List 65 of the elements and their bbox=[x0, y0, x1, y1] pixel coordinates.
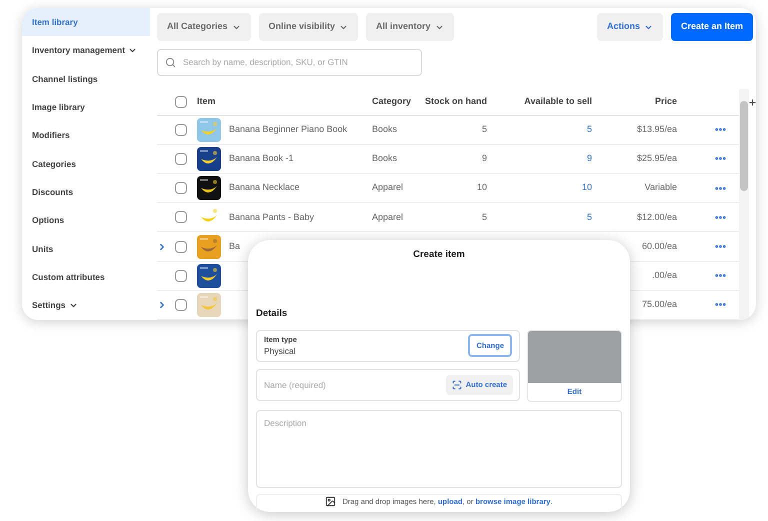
table-cell-text: 10 bbox=[582, 181, 592, 194]
table-cell-text: Books bbox=[372, 123, 398, 136]
table-cell-text: Ba bbox=[229, 240, 240, 253]
table-cell-text: 10 bbox=[476, 181, 487, 194]
section-heading: Details bbox=[256, 307, 288, 322]
table-cell-text: $25.95/ea bbox=[636, 152, 677, 166]
table-cell-text: Banana Beginner Piano Book bbox=[229, 123, 348, 136]
checkbox[interactable] bbox=[175, 124, 187, 136]
filter-dropdown[interactable]: All inventory bbox=[366, 13, 454, 41]
expand-chevron-icon[interactable] bbox=[157, 300, 167, 310]
sidebar-item[interactable]: Item library bbox=[22, 8, 150, 36]
actions-dropdown[interactable]: Actions bbox=[596, 13, 663, 41]
create-item-button[interactable]: Create an Item bbox=[670, 13, 753, 41]
sidebar-item[interactable]: Custom attributes bbox=[22, 263, 150, 292]
table-cell-text: Apparel bbox=[372, 210, 404, 224]
checkbox[interactable] bbox=[175, 270, 187, 282]
table-cell-text: Apparel bbox=[372, 181, 404, 194]
table-cell-text: .00/ea bbox=[652, 268, 677, 282]
table-cell-text: $12.00/ea bbox=[636, 210, 677, 224]
table-cell-text: 60.00/ea bbox=[642, 240, 677, 253]
column-header: Category bbox=[372, 94, 412, 108]
table-cell-text: 5 bbox=[586, 123, 592, 136]
sidebar-item[interactable]: Channel listings bbox=[22, 64, 150, 94]
filter-dropdown[interactable]: All Categories bbox=[157, 13, 251, 41]
sidebar-item[interactable]: Inventory management bbox=[22, 36, 150, 65]
column-header: Available to sell bbox=[524, 94, 592, 108]
field-value: Physical bbox=[264, 344, 297, 358]
sidebar-item[interactable]: Modifiers bbox=[22, 121, 150, 150]
add-icon[interactable] bbox=[748, 98, 757, 107]
sidebar-item[interactable]: Discounts bbox=[22, 178, 150, 207]
checkbox[interactable] bbox=[175, 240, 187, 253]
checkbox[interactable] bbox=[175, 96, 187, 108]
sidebar-item[interactable]: Units bbox=[22, 234, 150, 264]
image-icon bbox=[325, 496, 336, 507]
table-cell-text: Banana Book -1 bbox=[229, 152, 294, 166]
table-cell-text: 5 bbox=[482, 210, 487, 224]
checkbox[interactable] bbox=[175, 211, 187, 224]
table-cell-text: 75.00/ea bbox=[642, 298, 677, 312]
table-cell-text: Variable bbox=[644, 181, 677, 194]
table-cell-text: Banana Pants - Baby bbox=[229, 210, 314, 224]
table-cell-text: Banana Necklace bbox=[229, 181, 300, 194]
sidebar-item[interactable]: Options bbox=[22, 206, 150, 235]
filter-dropdown[interactable]: Online visibility bbox=[258, 13, 358, 41]
scrollbar[interactable] bbox=[739, 88, 749, 320]
description-field[interactable]: Description bbox=[256, 410, 622, 488]
checkbox[interactable] bbox=[175, 182, 187, 194]
sidebar-item[interactable]: Categories bbox=[22, 150, 150, 178]
column-header: Stock on hand bbox=[424, 94, 487, 108]
table-cell-text: 9 bbox=[482, 152, 487, 166]
table-cell-text: 9 bbox=[586, 152, 592, 166]
table-cell-text: $13.95/ea bbox=[636, 123, 677, 136]
table-cell-text: 5 bbox=[586, 210, 592, 224]
dialog-title: Create item bbox=[413, 248, 465, 262]
search-icon bbox=[165, 57, 176, 68]
sidebar-item[interactable]: Settings bbox=[22, 292, 150, 320]
search-field[interactable]: Search by name, description, SKU, or GTIN bbox=[157, 49, 422, 76]
checkbox[interactable] bbox=[175, 152, 187, 165]
table-cell-text: Books bbox=[372, 152, 398, 166]
checkbox[interactable] bbox=[175, 298, 187, 311]
column-header: Price bbox=[654, 94, 677, 108]
expand-chevron-icon[interactable] bbox=[157, 242, 167, 252]
scan-icon bbox=[452, 380, 462, 390]
column-header: Item bbox=[197, 94, 216, 108]
sidebar-item[interactable]: Image library bbox=[22, 93, 150, 122]
table-cell-text: 5 bbox=[482, 123, 487, 136]
